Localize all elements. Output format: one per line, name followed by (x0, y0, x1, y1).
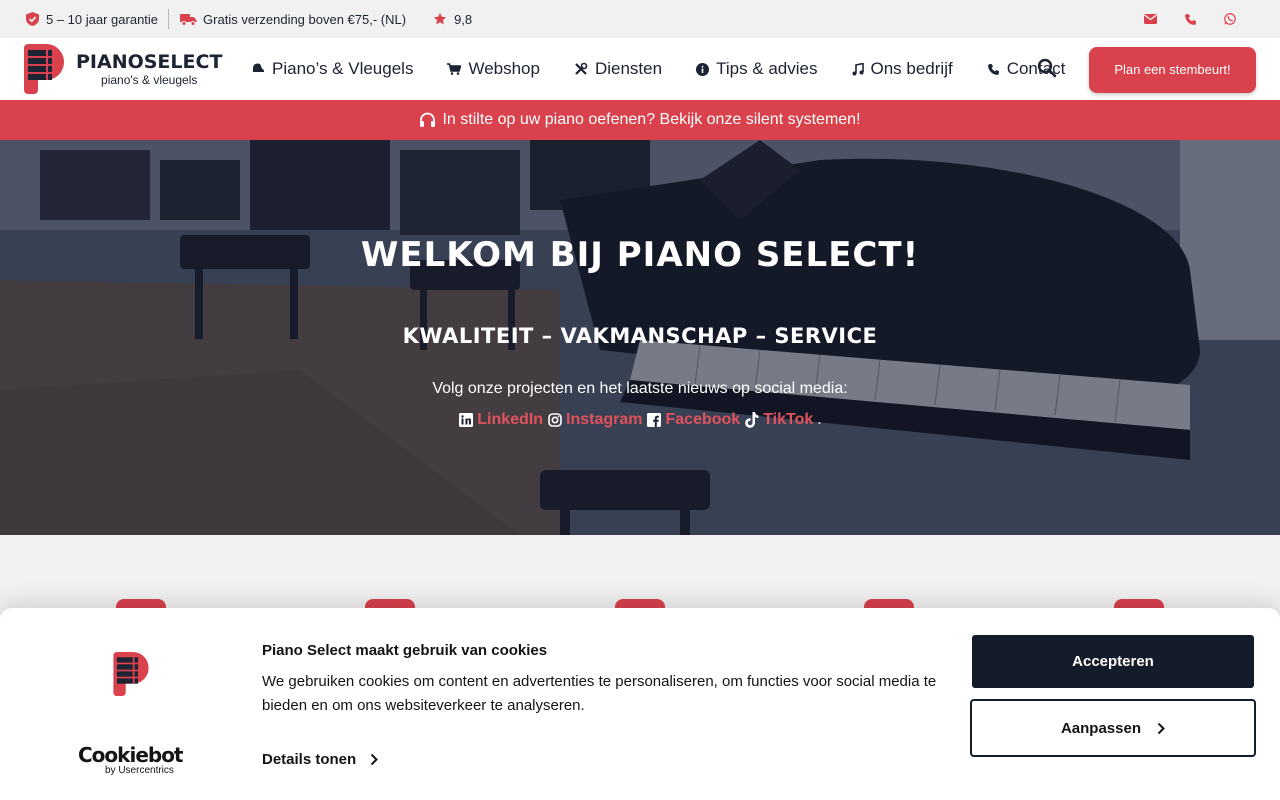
star-icon (432, 11, 448, 27)
hero-follow-text: Volg onze projecten en het laatste nieuw… (432, 380, 848, 397)
piano-logo-icon (113, 652, 149, 696)
usp-guarantee: 5 – 10 jaar garantie (24, 11, 158, 27)
main-nav: Piano’s & Vleugels Webshop Diensten Tips… (252, 38, 1099, 100)
usp-rating-text: 9,8 (454, 11, 473, 27)
nav-item-pianos[interactable]: Piano’s & Vleugels (252, 59, 413, 79)
nav-item-webshop[interactable]: Webshop (447, 59, 540, 79)
facebook-icon (647, 413, 662, 428)
usp-rating: 9,8 (432, 11, 472, 27)
brand-tagline: piano's & vleugels (101, 73, 198, 87)
customize-button[interactable]: Aanpassen (970, 699, 1256, 757)
info-icon (696, 62, 710, 76)
main-header: PIANOSELECT piano's & vleugels Piano’s &… (0, 38, 1280, 100)
plan-stembeurt-button[interactable]: Plan een stembeurt! (1089, 47, 1256, 93)
cookiebot-logo[interactable]: Cookiebot by Usercentrics (78, 743, 184, 776)
details-label: Details tonen (262, 751, 357, 768)
nav-item-label: Webshop (468, 59, 540, 78)
tiktok-icon (744, 412, 759, 428)
chevron-right-icon (1157, 722, 1165, 734)
nav-item-label: Piano’s & Vleugels (272, 59, 414, 78)
hero-subtitle: KWALITEIT – VAKMANSCHAP – SERVICE (402, 324, 878, 348)
instagram-icon (547, 413, 562, 428)
cookie-title: Piano Select maakt gebruik van cookies (262, 642, 548, 659)
headphones-icon (420, 112, 436, 127)
search-icon[interactable] (1037, 58, 1057, 78)
top-usp-bar: 5 – 10 jaar garantie Gratis verzending b… (0, 0, 1280, 38)
nav-item-diensten[interactable]: Diensten (574, 59, 662, 79)
tools-icon (575, 62, 588, 75)
phone-icon (987, 63, 999, 75)
whatsapp-icon[interactable] (1222, 11, 1238, 27)
piano-logo-icon (24, 44, 64, 94)
piano-icon (253, 63, 264, 74)
cookie-consent-dialog: Cookiebot by Usercentrics Piano Select m… (0, 608, 1280, 800)
envelope-icon[interactable] (1142, 11, 1158, 27)
linkedin-link[interactable]: LinkedIn (477, 411, 543, 429)
social-end: . (817, 411, 822, 428)
divider (168, 9, 170, 29)
nav-item-label: Tips & advies (716, 59, 818, 78)
silent-systems-banner[interactable]: In stilte op uw piano oefenen? Bekijk on… (0, 100, 1280, 140)
details-toggle[interactable]: Details tonen (262, 751, 379, 768)
usp-shipping: Gratis verzending boven €75,- (NL) (179, 11, 406, 27)
chevron-right-icon (370, 753, 379, 766)
nav-item-label: Ons bedrijf (870, 59, 953, 78)
banner-text: In stilte op uw piano oefenen? Bekijk on… (442, 111, 861, 128)
truck-icon (179, 11, 197, 27)
contact-icons (1142, 0, 1238, 38)
usp-guarantee-text: 5 – 10 jaar garantie (46, 11, 159, 27)
cookiebot-by: by Usercentrics (105, 765, 174, 776)
hero-section: WELKOM BIJ PIANO SELECT! KWALITEIT – VAK… (0, 140, 1280, 535)
instagram-link[interactable]: Instagram (566, 411, 642, 429)
usp-shipping-text: Gratis verzending boven €75,- (NL) (203, 11, 407, 27)
customize-label: Aanpassen (1060, 719, 1142, 737)
nav-item-ons-bedrijf[interactable]: Ons bedrijf (852, 59, 953, 79)
phone-icon[interactable] (1182, 11, 1198, 27)
tiktok-link[interactable]: TikTok (763, 411, 813, 429)
cookiebot-name: Cookiebot (78, 743, 184, 767)
nav-item-label: Diensten (594, 59, 663, 78)
site-logo[interactable]: PIANOSELECT piano's & vleugels (24, 44, 222, 94)
linkedin-icon (458, 413, 473, 428)
social-links: LinkedIn Instagram Facebook TikTok . (0, 411, 1280, 429)
cookie-text: We gebruiken cookies om content en adver… (262, 673, 937, 714)
shield-check-icon (24, 11, 40, 27)
nav-item-tips[interactable]: Tips & advies (696, 59, 818, 79)
facebook-link[interactable]: Facebook (666, 411, 741, 429)
music-note-icon (852, 62, 864, 75)
cart-icon (447, 63, 462, 75)
hero-title: WELKOM BIJ PIANO SELECT! (360, 235, 920, 275)
accept-button[interactable]: Accepteren (972, 635, 1254, 688)
brand-name: PIANOSELECT (76, 51, 223, 73)
